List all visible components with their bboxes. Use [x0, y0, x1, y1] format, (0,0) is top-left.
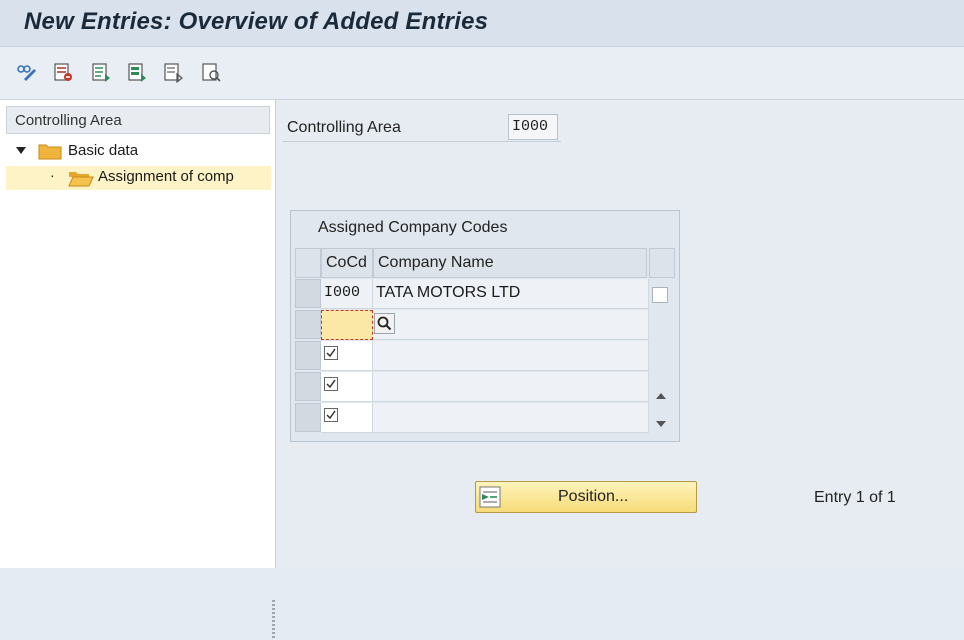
dialog-structure-panel: Controlling Area Basic data · Assignment…	[0, 100, 276, 640]
page-title: New Entries: Overview of Added Entries	[24, 8, 489, 35]
empty-cocd-cell[interactable]	[321, 341, 373, 371]
row-selector[interactable]	[295, 372, 321, 401]
assigned-company-codes-table: Assigned Company Codes CoCd Company Name…	[290, 210, 680, 442]
search-icon	[377, 316, 392, 331]
panel-splitter[interactable]	[272, 600, 275, 640]
empty-company-name-cell[interactable]	[373, 403, 649, 433]
checkbox-icon[interactable]	[324, 346, 338, 360]
delete-icon[interactable]	[52, 61, 74, 83]
select-all-rows-button[interactable]	[295, 248, 321, 278]
table-settings-button[interactable]	[649, 248, 675, 278]
vertical-scrollbar[interactable]	[649, 279, 673, 439]
table-title: Assigned Company Codes	[318, 219, 508, 236]
position-button[interactable]: Position...	[475, 481, 697, 513]
scroll-down-icon[interactable]	[655, 419, 667, 429]
entry-status: Entry 1 of 1	[814, 489, 896, 506]
deselect-icon[interactable]	[162, 61, 184, 83]
tree-item-basic-data[interactable]: Basic data	[16, 140, 266, 164]
tree-item-label: Basic data	[68, 142, 139, 159]
checkbox-icon[interactable]	[324, 377, 338, 391]
row-selector[interactable]	[295, 310, 321, 339]
folder-icon	[38, 144, 62, 160]
company-name-cell[interactable]	[373, 310, 649, 340]
value-help-button[interactable]	[374, 313, 395, 334]
change-display-icon[interactable]	[16, 61, 38, 83]
controlling-area-field: I000	[508, 114, 558, 140]
row-selector[interactable]	[295, 279, 321, 308]
empty-company-name-cell[interactable]	[373, 372, 649, 402]
checkbox-icon[interactable]	[324, 408, 338, 422]
position-icon	[479, 486, 501, 508]
tree-header: Controlling Area	[6, 106, 270, 134]
column-header-cocd[interactable]: CoCd	[321, 248, 373, 278]
empty-company-name-cell[interactable]	[373, 341, 649, 371]
cocd-cell[interactable]: I000	[321, 279, 373, 309]
company-name-cell[interactable]: TATA MOTORS LTD	[373, 279, 649, 309]
cocd-input[interactable]	[321, 310, 373, 340]
print-preview-icon[interactable]	[200, 61, 222, 83]
empty-cocd-cell[interactable]	[321, 403, 373, 433]
position-button-label: Position...	[558, 488, 629, 505]
controlling-area-label: Controlling Area	[287, 119, 401, 136]
tree-item-assignment-of-company-codes[interactable]: · Assignment of comp	[6, 166, 271, 190]
empty-cocd-cell[interactable]	[321, 372, 373, 402]
title-bar: New Entries: Overview of Added Entries	[0, 0, 964, 47]
copy-icon[interactable]	[90, 61, 112, 83]
field-underline	[283, 141, 561, 142]
expand-arrow-icon[interactable]	[16, 147, 26, 155]
row-selector[interactable]	[295, 341, 321, 370]
checkbox-icon[interactable]	[652, 287, 668, 303]
scroll-up-icon[interactable]	[655, 391, 667, 401]
select-all-icon[interactable]	[126, 61, 148, 83]
row-selector[interactable]	[295, 403, 321, 432]
tree-item-label: Assignment of comp	[98, 168, 234, 185]
tree-bullet: ·	[50, 167, 55, 183]
open-folder-icon	[68, 172, 94, 187]
application-toolbar	[0, 47, 964, 100]
column-header-company-name[interactable]: Company Name	[373, 248, 647, 278]
